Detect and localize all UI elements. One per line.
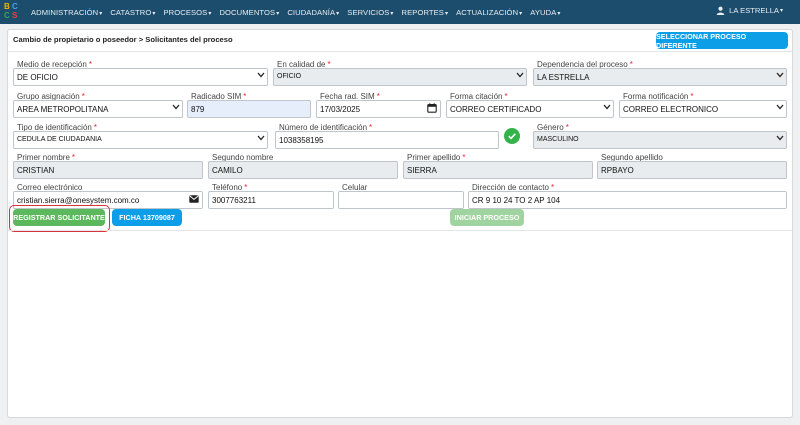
top-navbar: B C C S ADMINISTRACIÓN▾ CATASTRO▾ PROCES… — [0, 0, 800, 24]
chevron-down-icon — [257, 135, 265, 141]
segundo-nombre-input[interactable]: CAMILO — [208, 161, 398, 179]
user-icon — [716, 6, 725, 15]
grupo-asignacion-select[interactable]: AREA METROPOLITANA — [13, 100, 183, 118]
forma-citacion-field: Forma citación * CORREO CERTIFICADO — [446, 92, 614, 119]
nav-item-procesos[interactable]: PROCESOS▾ — [164, 8, 212, 17]
envelope-icon[interactable] — [189, 195, 199, 203]
nav-item-actualizacion[interactable]: ACTUALIZACIÓN▾ — [456, 8, 522, 17]
nav-item-administracion[interactable]: ADMINISTRACIÓN▾ — [31, 8, 102, 17]
genero-field: Género * MASCULINO — [533, 123, 787, 150]
caret-down-icon: ▾ — [336, 10, 340, 17]
divider — [8, 230, 792, 231]
grupo-asignacion-field: Grupo asignación * AREA METROPOLITANA — [13, 92, 183, 119]
main-panel: Cambio de propietario o poseedor > Solic… — [7, 29, 793, 418]
forma-citacion-select[interactable]: CORREO CERTIFICADO — [446, 100, 614, 118]
direccion-input[interactable]: CR 9 10 24 TO 2 AP 104 — [468, 191, 787, 209]
chevron-down-icon — [516, 72, 524, 78]
tipo-identificacion-select[interactable]: CEDULA DE CIUDADANIA — [13, 131, 268, 149]
caret-down-icon: ▾ — [779, 8, 783, 14]
primer-nombre-field: Primer nombre * CRISTIAN — [13, 153, 203, 180]
caret-down-icon: ▾ — [519, 10, 523, 17]
numero-identificacion-field: Número de identificación * 1038358195 — [275, 123, 499, 150]
primer-apellido-input[interactable]: SIERRA — [403, 161, 593, 179]
validated-check-icon — [504, 128, 520, 144]
radicado-sim-field: Radicado SIM * 879 — [187, 92, 311, 119]
nav-menu: ADMINISTRACIÓN▾ CATASTRO▾ PROCESOS▾ DOCU… — [31, 8, 569, 17]
panel-header: Cambio de propietario o poseedor > Solic… — [8, 30, 792, 52]
caret-down-icon: ▾ — [444, 10, 449, 17]
forma-notificacion-select[interactable]: CORREO ELECTRONICO — [619, 100, 787, 118]
caret-down-icon: ▾ — [390, 10, 394, 17]
chevron-down-icon — [776, 135, 784, 141]
nav-item-catastro[interactable]: CATASTRO▾ — [110, 8, 155, 17]
segundo-nombre-field: Segundo nombre CAMILO — [208, 153, 398, 180]
chevron-down-icon — [776, 72, 784, 78]
fecha-rad-field: Fecha rad. SIM * 17/03/2025 — [316, 92, 441, 119]
dependencia-select[interactable]: LA ESTRELLA — [533, 68, 787, 86]
calidad-field: En calidad de * OFICIO — [273, 60, 527, 87]
primer-apellido-field: Primer apellido * SIERRA — [403, 153, 593, 180]
chevron-down-icon — [776, 104, 784, 110]
caret-down-icon: ▾ — [208, 10, 212, 17]
user-menu[interactable]: LA ESTRELLA ▾ — [716, 6, 783, 15]
nav-item-documentos[interactable]: DOCUMENTOS▾ — [219, 8, 279, 17]
celular-input[interactable] — [338, 191, 464, 209]
nav-item-ayuda[interactable]: AYUDA▾ — [530, 8, 560, 17]
radicado-sim-input[interactable]: 879 — [187, 100, 311, 118]
primer-nombre-input[interactable]: CRISTIAN — [13, 161, 203, 179]
nav-item-reportes[interactable]: REPORTES▾ — [402, 8, 449, 17]
genero-select[interactable]: MASCULINO — [533, 131, 787, 149]
app-logo[interactable]: B C C S — [4, 2, 22, 22]
registrar-solicitante-button[interactable]: REGISTRAR SOLICITANTE — [13, 209, 105, 226]
segundo-apellido-input[interactable]: RPBAYO — [597, 161, 787, 179]
chevron-down-icon — [172, 104, 180, 110]
telefono-field: Teléfono * 3007763211 — [208, 183, 334, 210]
nav-item-ciudadania[interactable]: CIUDADANÍA▾ — [287, 8, 339, 17]
medio-recepcion-field: Medio de recepción * DE OFICIO — [13, 60, 268, 87]
calidad-select[interactable]: OFICIO — [273, 68, 527, 86]
caret-down-icon: ▾ — [99, 10, 103, 17]
select-process-button[interactable]: SELECCIONAR PROCESO DIFERENTE — [656, 32, 788, 50]
caret-down-icon: ▾ — [557, 10, 561, 17]
numero-identificacion-input[interactable]: 1038358195 — [275, 131, 499, 149]
direccion-field: Dirección de contacto * CR 9 10 24 TO 2 A… — [468, 183, 787, 210]
forma-notificacion-field: Forma notificación * CORREO ELECTRONICO — [619, 92, 787, 119]
iniciar-proceso-button[interactable]: INICIAR PROCESO — [450, 209, 524, 226]
celular-field: Celular — [338, 183, 464, 210]
dependencia-field: Dependencia del proceso * LA ESTRELLA — [533, 60, 787, 87]
medio-recepcion-select[interactable]: DE OFICIO — [13, 68, 268, 86]
breadcrumb: Cambio de propietario o poseedor > Solic… — [13, 35, 233, 44]
calendar-icon[interactable] — [427, 103, 437, 113]
chevron-down-icon — [257, 72, 265, 78]
chevron-down-icon — [603, 104, 611, 110]
telefono-input[interactable]: 3007763211 — [208, 191, 334, 209]
tipo-identificacion-field: Tipo de identificación * CEDULA DE CIUDAD… — [13, 123, 268, 150]
nav-item-servicios[interactable]: SERVICIOS▾ — [347, 8, 393, 17]
caret-down-icon: ▾ — [276, 10, 280, 17]
caret-down-icon: ▾ — [152, 10, 156, 17]
segundo-apellido-field: Segundo apellido RPBAYO — [597, 153, 787, 180]
ficha-button[interactable]: FICHA 13709087 — [112, 209, 182, 226]
fecha-rad-input[interactable]: 17/03/2025 — [316, 100, 441, 118]
